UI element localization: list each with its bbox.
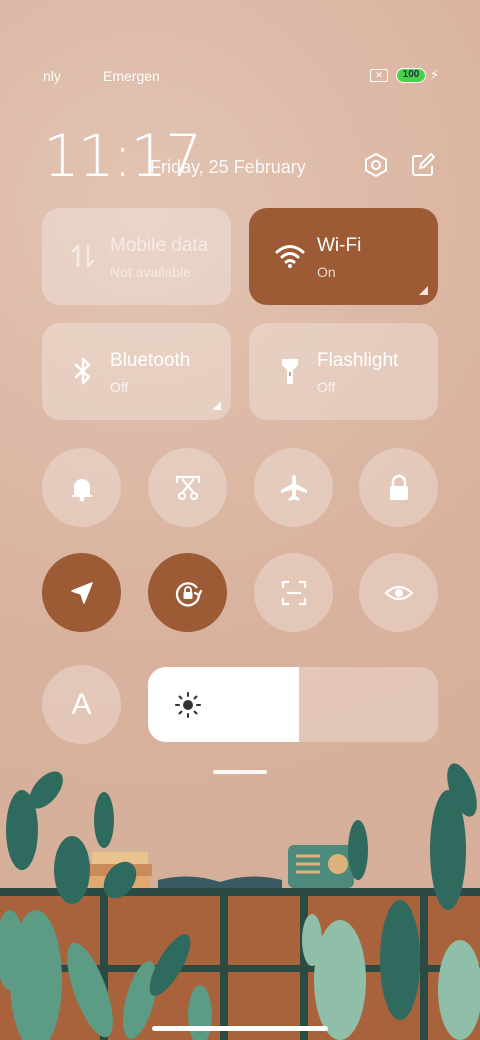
tile-status: Off	[110, 379, 129, 395]
expand-indicator-icon	[212, 401, 221, 410]
expand-indicator-icon	[419, 286, 428, 295]
brightness-slider[interactable]	[148, 667, 438, 742]
bluetooth-icon	[74, 357, 91, 385]
airplane-icon	[280, 474, 307, 501]
carrier-label: nly	[43, 68, 61, 84]
mobile-data-tile[interactable]: Mobile data Not available	[42, 208, 231, 305]
sun-icon	[175, 692, 201, 718]
font-size-button[interactable]: A	[42, 665, 121, 744]
date-label: Friday, 25 February	[150, 157, 306, 177]
home-indicator[interactable]	[152, 1026, 328, 1031]
reading-mode-toggle[interactable]	[359, 553, 438, 632]
scanner-toggle[interactable]	[254, 553, 333, 632]
rotation-lock-icon	[175, 581, 202, 606]
edit-icon[interactable]	[410, 152, 436, 178]
airplane-toggle[interactable]	[254, 448, 333, 527]
screenshot-toggle[interactable]	[148, 448, 227, 527]
tile-title: Bluetooth	[110, 350, 191, 371]
brightness-fill	[148, 667, 299, 742]
clock: 11:17	[43, 122, 202, 190]
flashlight-icon	[282, 359, 298, 384]
rotation-lock-toggle[interactable]	[148, 553, 227, 632]
mobile-data-icon	[71, 244, 95, 268]
bluetooth-tile[interactable]: Bluetooth Off	[42, 323, 231, 420]
emergency-label: Emergen	[103, 68, 160, 84]
tile-status: Off	[317, 379, 336, 395]
scanner-icon	[281, 580, 306, 605]
charging-icon: ⚡	[430, 67, 440, 82]
wifi-icon	[275, 245, 305, 268]
location-toggle[interactable]	[42, 553, 121, 632]
tile-status: On	[317, 264, 336, 280]
tile-title: Flashlight	[317, 350, 399, 371]
bell-icon	[71, 478, 92, 501]
location-icon	[70, 581, 93, 604]
silent-toggle[interactable]	[42, 448, 121, 527]
settings-icon[interactable]	[363, 152, 389, 178]
tile-title: Wi-Fi	[317, 235, 362, 256]
wallpaper-illustration	[0, 763, 480, 1040]
font-size-label: A	[71, 687, 92, 721]
wifi-tile[interactable]: Wi-Fi On	[249, 208, 438, 305]
screenshot-icon	[175, 475, 200, 500]
no-sim-icon: ✕	[370, 69, 388, 82]
lock-icon	[389, 474, 408, 500]
lock-screen-toggle[interactable]	[359, 448, 438, 527]
flashlight-tile[interactable]: Flashlight Off	[249, 323, 438, 420]
status-bar: nly Emergen ✕ 100 ⚡	[0, 64, 480, 88]
tile-title: Mobile data	[110, 235, 209, 256]
tile-status: Not available	[110, 264, 191, 280]
battery-indicator: 100	[396, 68, 426, 83]
eye-icon	[383, 585, 414, 600]
